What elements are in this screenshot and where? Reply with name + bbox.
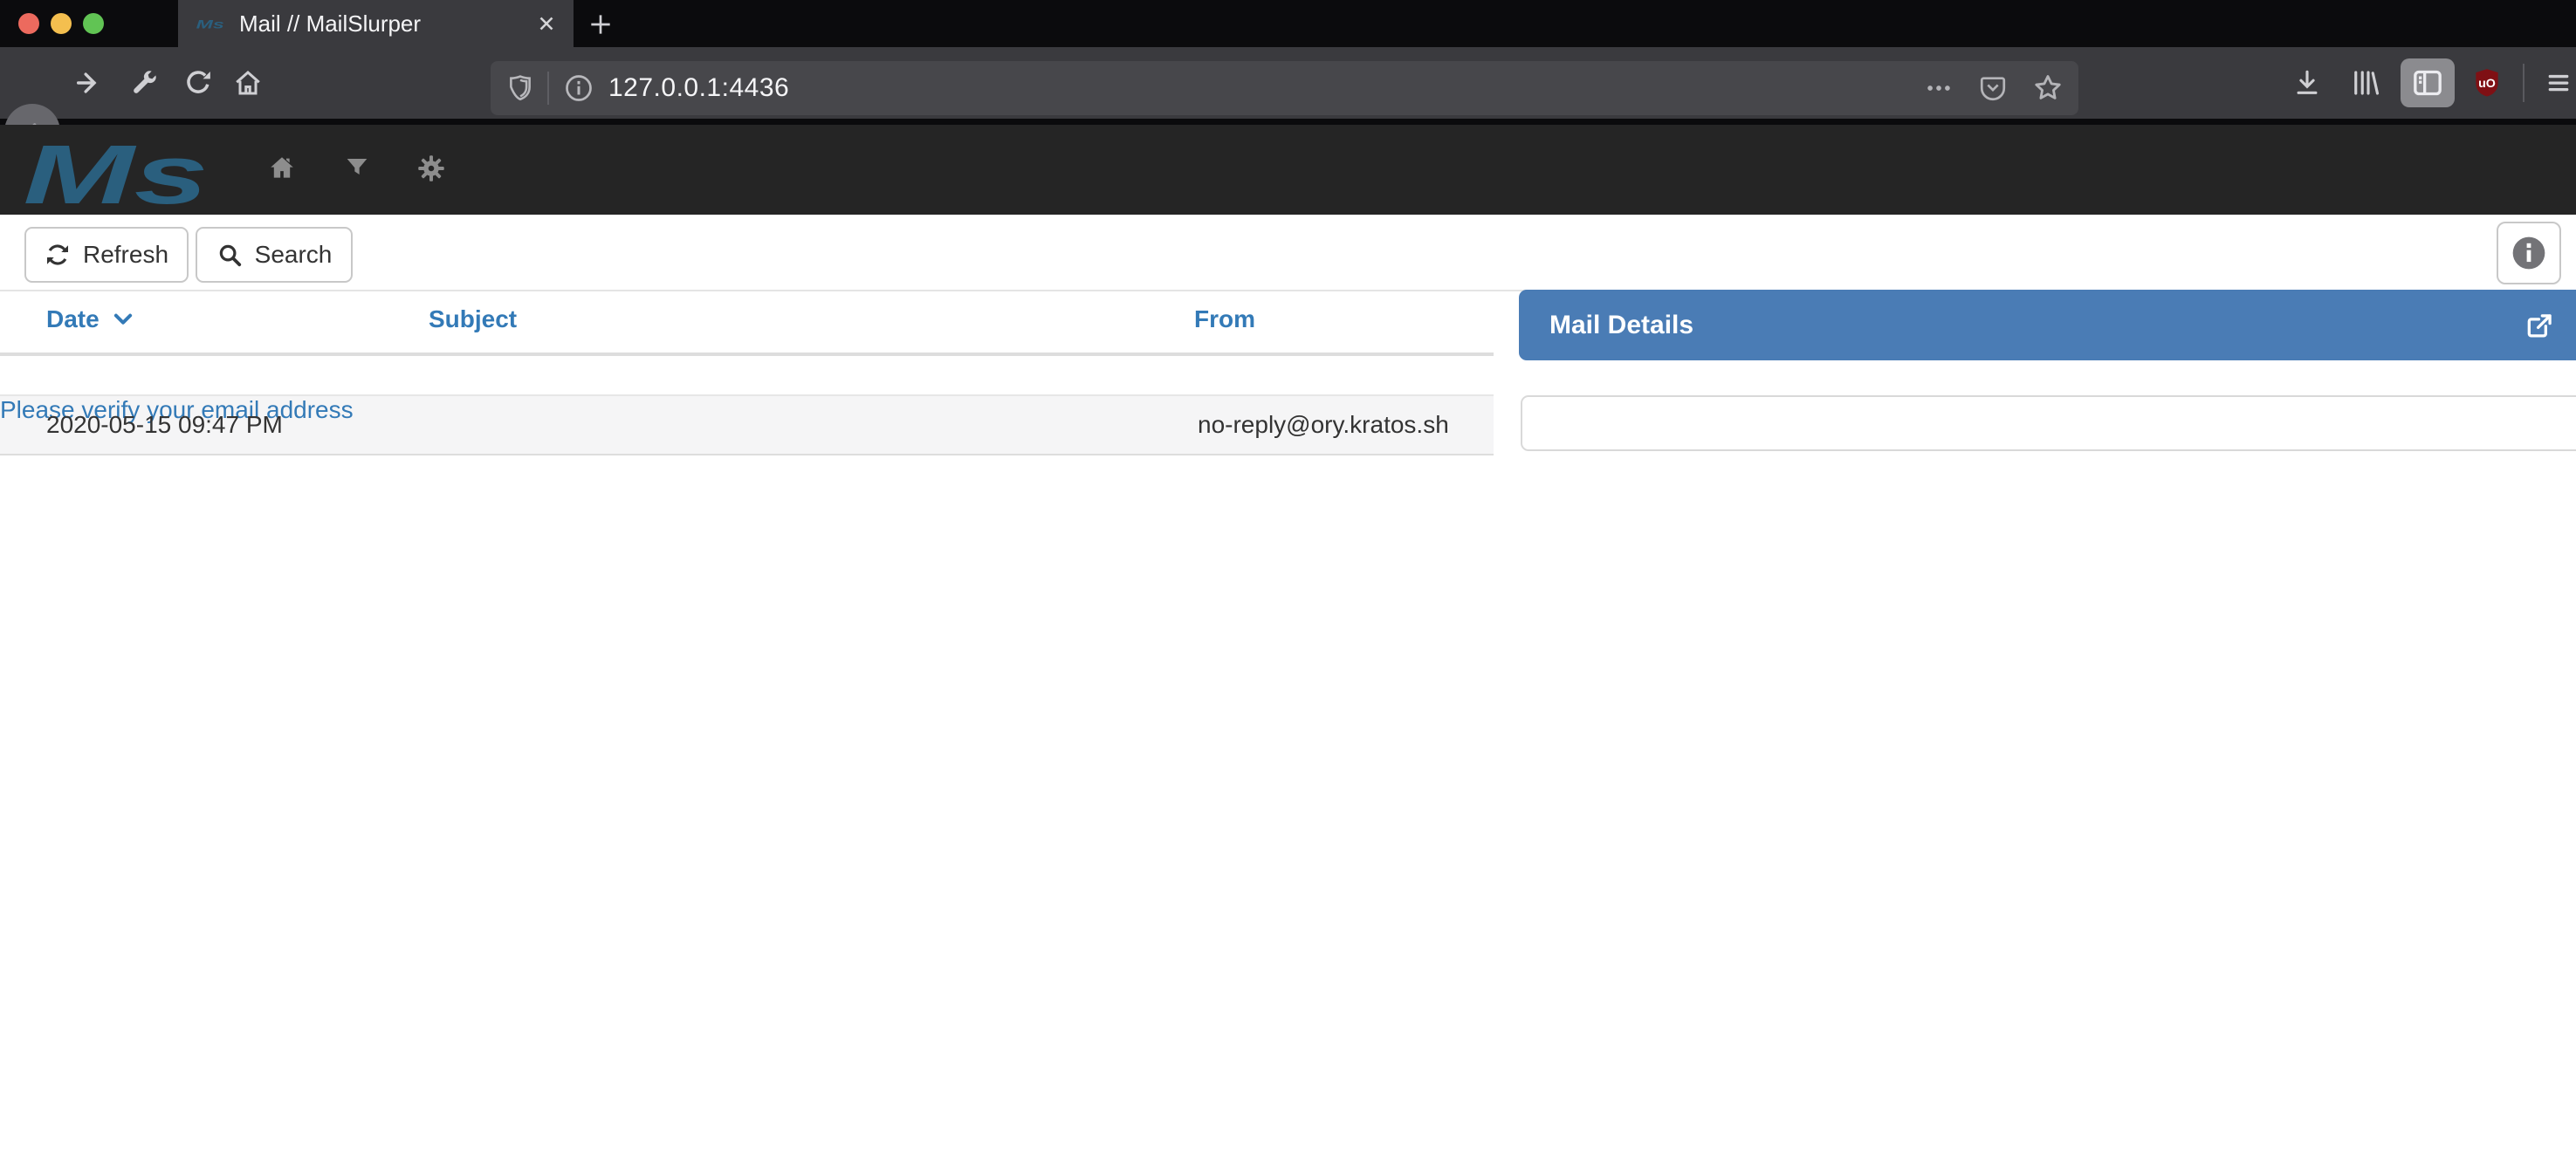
urlbar-divider [547, 72, 549, 105]
toolbar-divider [2523, 64, 2524, 102]
url-text: 127.0.0.1:4436 [608, 73, 789, 103]
pocket-icon[interactable] [1978, 73, 2008, 103]
mailslurper-navbar: Ms [0, 125, 2576, 215]
open-in-new-window-button[interactable] [2524, 309, 2557, 342]
gear-icon [416, 154, 446, 183]
wrench-icon [130, 69, 158, 97]
url-bar[interactable]: 127.0.0.1:4436 [491, 61, 2078, 115]
mail-date: 2020-05-15 09:47 PM [46, 411, 283, 439]
tracking-protection-shield-icon[interactable] [505, 73, 535, 103]
sidebar-icon [2410, 65, 2445, 100]
window-zoom-button[interactable] [83, 13, 104, 34]
tab-favicon-mailslurper-icon: Ms [196, 12, 225, 35]
filter-funnel-icon [343, 154, 371, 181]
svg-text:Ms: Ms [196, 17, 224, 31]
info-circle-icon [2510, 234, 2548, 272]
downloads-icon[interactable] [2292, 68, 2322, 98]
browser-navigation-toolbar: 127.0.0.1:4436 [0, 47, 2576, 125]
reload-button[interactable] [183, 47, 213, 119]
column-header-subject: Subject [429, 305, 517, 333]
macos-traffic-lights [18, 13, 104, 34]
app-home-icon [267, 154, 297, 183]
new-tab-button[interactable] [583, 7, 618, 42]
mail-details-panel-header: Mail Details [1519, 290, 2576, 360]
forward-arrow-icon [79, 74, 94, 92]
refresh-icon [45, 242, 71, 268]
column-header-from: From [1194, 305, 1255, 333]
home-button[interactable] [232, 47, 264, 119]
browser-tab[interactable]: Ms Mail // MailSlurper [178, 0, 574, 47]
sort-descending-chevron-icon [110, 306, 136, 332]
search-button-label: Search [255, 241, 333, 269]
app-home-button[interactable] [267, 154, 297, 183]
mailslurper-logo: Ms [19, 130, 216, 217]
info-button[interactable] [2497, 222, 2561, 284]
tab-title: Mail // MailSlurper [239, 10, 535, 38]
column-header-date[interactable]: Date [46, 305, 136, 333]
developer-tools-button[interactable] [129, 47, 159, 119]
search-icon [216, 242, 243, 268]
external-link-icon [2524, 309, 2557, 342]
app-filter-button[interactable] [343, 154, 373, 183]
table-header-border [0, 353, 1494, 356]
ublock-origin-icon[interactable]: uO [2470, 66, 2504, 99]
reload-icon [183, 68, 213, 98]
search-button[interactable]: Search [196, 227, 353, 283]
refresh-button[interactable]: Refresh [24, 227, 189, 283]
window-close-button[interactable] [18, 13, 39, 34]
svg-text:uO: uO [2478, 77, 2496, 91]
mail-details-body [1521, 395, 2576, 451]
bookmark-star-icon[interactable] [2032, 72, 2064, 104]
forward-button[interactable] [73, 47, 103, 119]
library-icon[interactable] [2350, 67, 2381, 99]
tab-close-icon[interactable] [535, 12, 558, 35]
main-content: Date Subject From 2020-05-15 09:47 PM Pl… [0, 291, 2576, 1157]
refresh-button-label: Refresh [83, 241, 168, 269]
page-actions-ellipsis-icon[interactable] [1924, 73, 1954, 103]
home-icon [232, 67, 264, 99]
window-minimize-button[interactable] [51, 13, 72, 34]
mail-actions-toolbar: Refresh Search [0, 215, 2576, 291]
app-settings-button[interactable] [416, 154, 446, 183]
browser-tab-bar: Ms Mail // MailSlurper [0, 0, 2576, 47]
toolbar-right-icons: uO [2283, 47, 2573, 119]
mail-from: no-reply@ory.kratos.sh [1198, 411, 1449, 439]
mail-details-title: Mail Details [1549, 311, 1693, 340]
svg-text:Ms: Ms [24, 130, 209, 217]
page-actions [1924, 72, 2064, 104]
site-info-icon[interactable] [563, 72, 594, 104]
mail-list-row[interactable]: 2020-05-15 09:47 PM Please verify your e… [0, 396, 1494, 455]
sidebar-toggle-button[interactable] [2401, 58, 2455, 107]
hamburger-menu-icon[interactable] [2544, 68, 2573, 98]
